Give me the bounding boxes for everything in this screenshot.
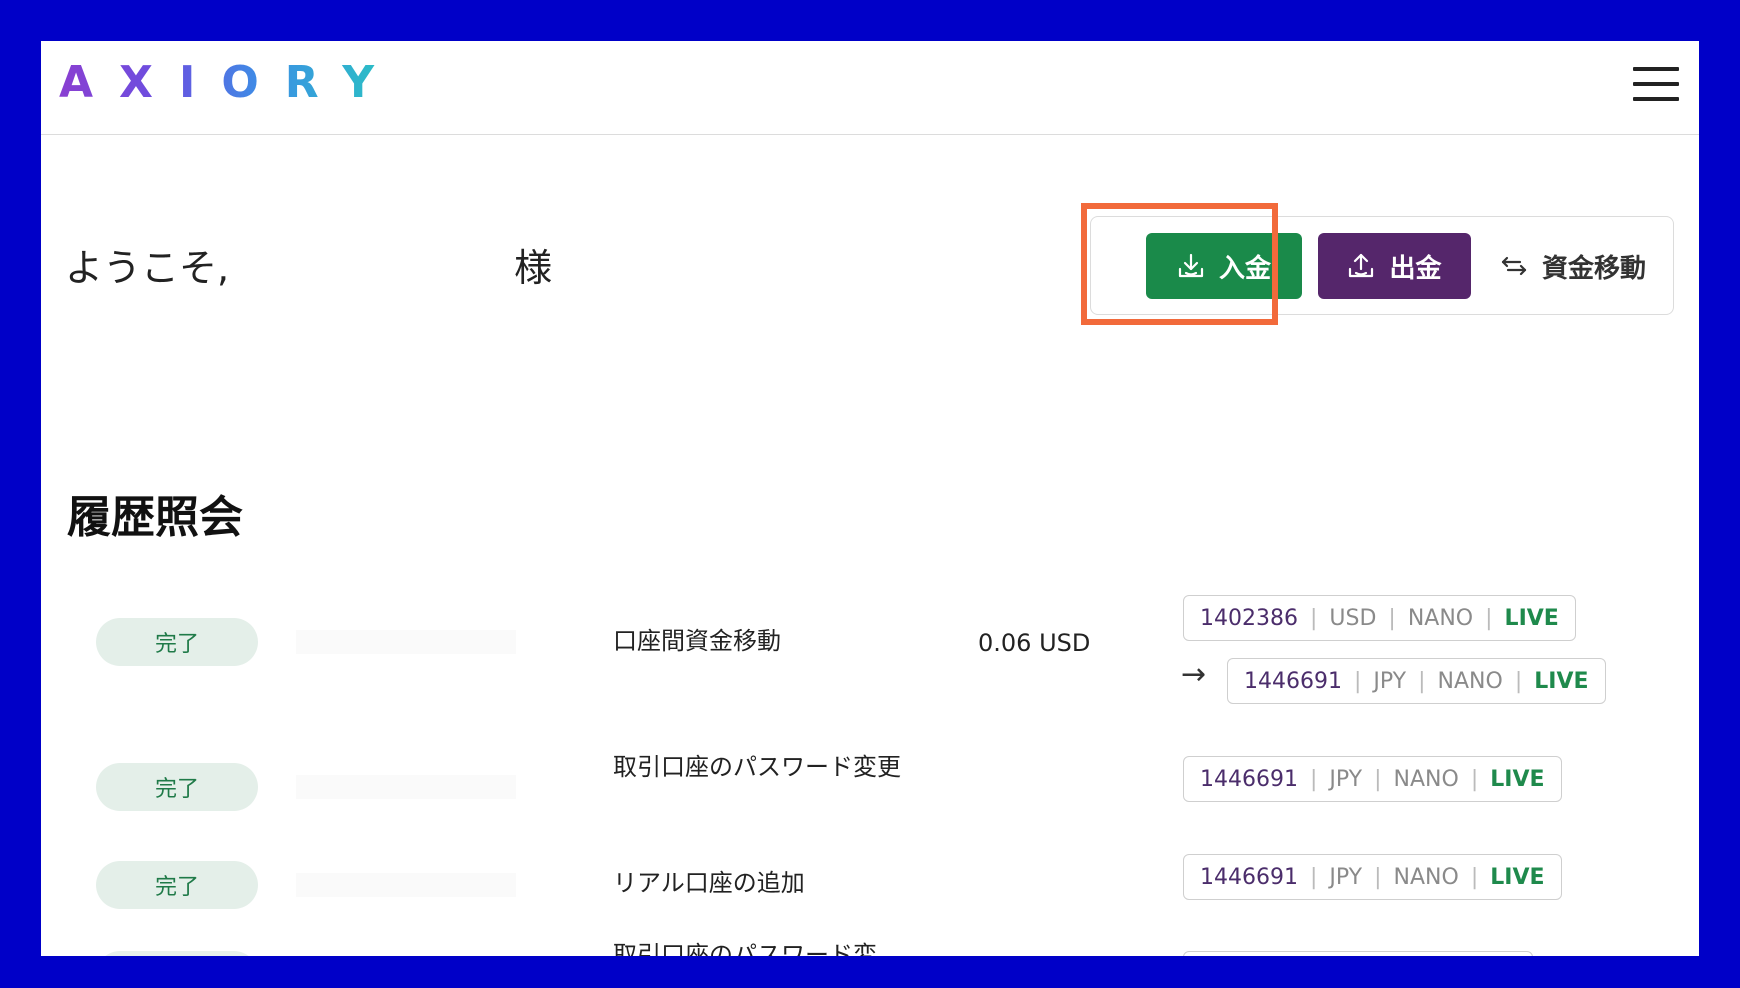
upload-tray-icon — [1349, 253, 1374, 278]
account-currency: USD — [1329, 605, 1377, 631]
account-mode: LIVE — [1490, 864, 1545, 890]
account-tag: 1446691 | JPY | NANO | LIVE — [1183, 756, 1562, 802]
row-description: 口座間資金移動 — [613, 627, 781, 655]
withdraw-button[interactable]: 出金 — [1318, 233, 1471, 299]
welcome-message: ようこそ, 様 — [65, 237, 552, 292]
arrow-right-icon: → — [1181, 657, 1207, 692]
user-name-redacted — [229, 250, 515, 291]
account-tag — [1183, 951, 1533, 956]
date-redacted — [296, 873, 516, 897]
date-redacted — [296, 630, 516, 654]
history-title: 履歴照会 — [67, 492, 243, 543]
account-mode: LIVE — [1504, 605, 1559, 631]
date-redacted — [296, 775, 516, 799]
transfer-label: 資金移動 — [1541, 253, 1646, 284]
highlight-box — [1081, 203, 1278, 325]
account-type: NANO — [1393, 864, 1459, 890]
status-badge — [96, 951, 258, 956]
account-number: 1402386 — [1200, 605, 1298, 631]
row-description: リアル口座の追加 — [613, 869, 805, 897]
status-badge: 完了 — [96, 618, 258, 666]
row-amount: 0.06 USD — [978, 629, 1091, 657]
axiory-logo[interactable]: AXIORY — [59, 61, 400, 105]
app-window: AXIORY ようこそ, 様 入金 出金 資金移動 履歴照会 完了 口座間資金移… — [41, 41, 1699, 956]
status-badge: 完了 — [96, 861, 258, 909]
top-bar: AXIORY — [41, 41, 1699, 135]
account-tag: 1446691 | JPY | NANO | LIVE — [1227, 658, 1606, 704]
account-currency: JPY — [1329, 766, 1363, 792]
transfer-arrows-icon — [1501, 256, 1527, 276]
transfer-button[interactable]: 資金移動 — [1483, 233, 1663, 299]
status-badge: 完了 — [96, 763, 258, 811]
account-currency: JPY — [1373, 668, 1407, 694]
account-currency: JPY — [1329, 864, 1363, 890]
account-type: NANO — [1437, 668, 1503, 694]
account-type: NANO — [1393, 766, 1459, 792]
honorific-text: 様 — [514, 246, 553, 290]
account-tag: 1402386 | USD | NANO | LIVE — [1183, 595, 1576, 641]
hamburger-menu-icon[interactable] — [1633, 63, 1679, 103]
greeting-text: ようこそ, — [65, 246, 230, 290]
account-type: NANO — [1407, 605, 1474, 631]
account-mode: LIVE — [1534, 668, 1589, 694]
account-number: 1446691 — [1244, 668, 1342, 694]
account-mode: LIVE — [1490, 766, 1545, 792]
withdraw-label: 出金 — [1389, 253, 1442, 284]
account-number: 1446691 — [1200, 766, 1298, 792]
account-tag: 1446691 | JPY | NANO | LIVE — [1183, 854, 1562, 900]
row-description: 取引口座のパスワード変 — [613, 941, 877, 956]
row-description: 取引口座のパスワード変更 — [613, 753, 901, 781]
account-number: 1446691 — [1200, 864, 1298, 890]
